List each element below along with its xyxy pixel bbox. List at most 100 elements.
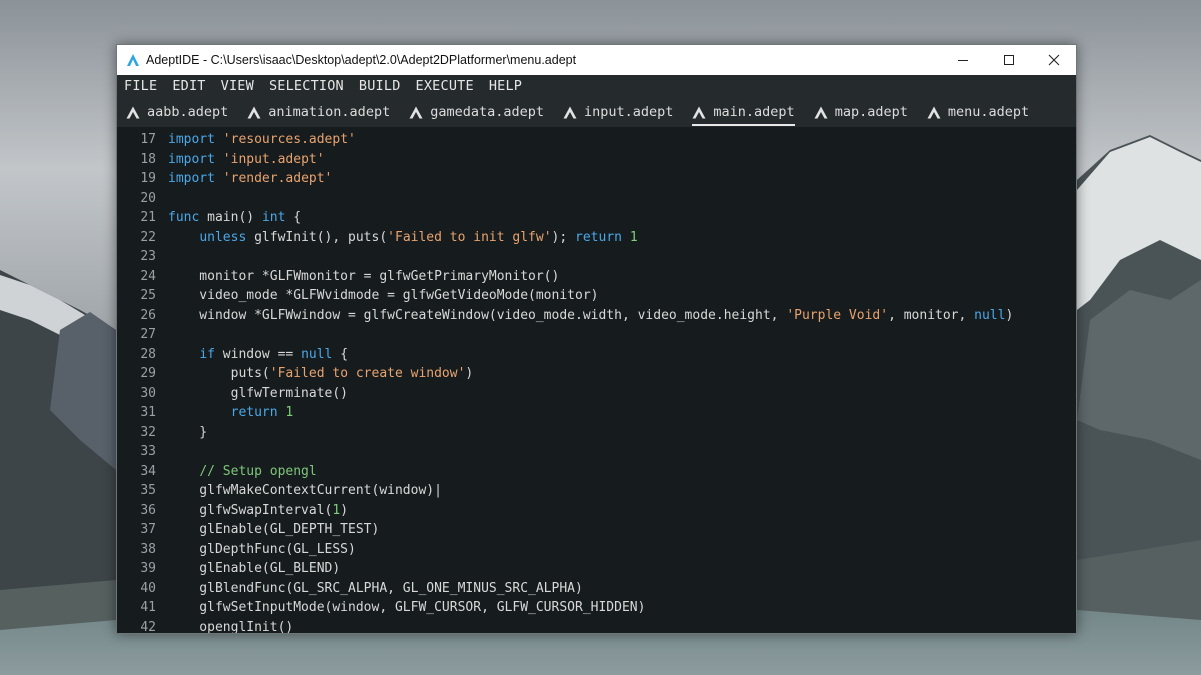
code-token: import <box>168 151 215 167</box>
code-token: null <box>974 307 1006 323</box>
code-token: , monitor, <box>888 307 975 323</box>
code-text: // Setup opengl <box>168 462 317 482</box>
line-number: 30 <box>140 385 156 401</box>
tab-animation[interactable]: animation.adept <box>247 100 390 124</box>
tab-gamedata[interactable]: gamedata.adept <box>409 100 544 124</box>
code-token: window == <box>214 346 302 362</box>
code-token: int <box>261 210 286 225</box>
line-number: 21 <box>140 210 156 225</box>
close-button[interactable] <box>1031 45 1076 75</box>
line-number: 32 <box>140 424 156 440</box>
code-line[interactable]: 29 puts('Failed to create window') <box>117 364 1076 384</box>
code-token: return <box>230 405 278 420</box>
code-token: glfwInit(), puts( <box>246 229 388 245</box>
menu-execute[interactable]: EXECUTE <box>416 78 474 94</box>
code-line[interactable]: 17 import 'resources.adept' <box>117 130 1076 150</box>
code-token: 'Failed to init glfw' <box>387 229 552 245</box>
menu-build[interactable]: BUILD <box>359 78 401 94</box>
code-line[interactable]: 23 <box>117 247 1076 267</box>
code-token: // Setup opengl <box>199 463 317 479</box>
line-number: 34 <box>140 463 156 479</box>
minimize-button[interactable] <box>940 45 986 75</box>
code-token: ); <box>551 229 576 245</box>
code-line[interactable]: 27 <box>117 325 1076 345</box>
code-line[interactable]: 18 import 'input.adept' <box>117 150 1076 170</box>
code-token: glEnable(GL_BLEND) <box>168 561 341 576</box>
adept-logo-icon <box>127 54 139 66</box>
code-token: 'resources.adept' <box>222 132 356 147</box>
code-line[interactable]: 19 import 'render.adept' <box>117 169 1076 189</box>
code-line[interactable]: 42 openglInit() <box>117 618 1076 634</box>
code-line[interactable]: 26 window *GLFWwindow = glfwCreateWindow… <box>117 306 1076 326</box>
code-token: 1 <box>629 229 638 245</box>
code-text: import 'input.adept' <box>168 150 325 170</box>
code-text: if window == null { <box>168 345 348 365</box>
code-token: glfwTerminate() <box>168 385 349 401</box>
code-line[interactable]: 25 video_mode *GLFWvidmode = glfwGetVide… <box>117 286 1076 306</box>
line-number: 42 <box>140 619 156 634</box>
line-number: 38 <box>140 541 156 557</box>
code-text: } <box>168 423 207 443</box>
code-line[interactable]: 38 glDepthFunc(GL_LESS) <box>117 540 1076 560</box>
close-icon <box>1048 54 1060 66</box>
tab-label: animation.adept <box>268 104 391 120</box>
menu-view[interactable]: VIEW <box>221 78 254 94</box>
line-number: 17 <box>140 132 156 147</box>
code-text: glDepthFunc(GL_LESS) <box>168 540 356 560</box>
code-text: glfwMakeContextCurrent(window)| <box>168 481 442 501</box>
code-line[interactable]: 20 <box>117 189 1076 209</box>
code-editor[interactable]: 17 import 'resources.adept' 18 import 'inpu… <box>117 127 1076 633</box>
code-token: ) <box>340 502 349 518</box>
code-line[interactable]: 22 unless glfwInit(), puts('Failed to in… <box>117 228 1076 248</box>
code-line[interactable]: 24 monitor *GLFWmonitor = glfwGetPrimary… <box>117 267 1076 287</box>
tab-main[interactable]: main.adept <box>692 100 795 126</box>
code-text: window *GLFWwindow = glfwCreateWindow(vi… <box>168 306 1013 326</box>
code-token: import <box>168 171 215 186</box>
line-number: 41 <box>140 600 156 615</box>
code-token: ) <box>1005 307 1014 323</box>
code-token: { <box>285 210 302 225</box>
line-number: 36 <box>140 502 156 518</box>
code-line[interactable]: 33 <box>117 442 1076 462</box>
tab-input[interactable]: input.adept <box>563 100 673 124</box>
tab-aabb[interactable]: aabb.adept <box>126 100 228 124</box>
line-number: 22 <box>140 229 156 245</box>
tab-map[interactable]: map.adept <box>814 100 908 124</box>
code-token: 'Purple Void' <box>786 307 889 323</box>
line-number: 26 <box>140 307 156 323</box>
menu-help[interactable]: HELP <box>489 78 522 94</box>
code-token: monitor *GLFWmonitor = glfwGetPrimaryMon… <box>168 268 560 284</box>
code-line[interactable]: 40 glBlendFunc(GL_SRC_ALPHA, GL_ONE_MINU… <box>117 579 1076 599</box>
code-text: video_mode *GLFWvidmode = glfwGetVideoMo… <box>168 286 598 306</box>
code-line[interactable]: 28 if window == null { <box>117 345 1076 365</box>
code-text: openglInit() <box>168 618 293 634</box>
code-line[interactable]: 21 func main() int { <box>117 208 1076 228</box>
code-line[interactable]: 39 glEnable(GL_BLEND) <box>117 559 1076 579</box>
code-line[interactable]: 34 // Setup opengl <box>117 462 1076 482</box>
line-number: 20 <box>140 190 156 206</box>
code-text: unless glfwInit(), puts('Failed to init … <box>168 228 638 248</box>
code-line[interactable]: 41 glfwSetInputMode(window, GLFW_CURSOR,… <box>117 598 1076 618</box>
code-line[interactable]: 37 glEnable(GL_DEPTH_TEST) <box>117 520 1076 540</box>
code-token: 'input.adept' <box>222 151 325 167</box>
code-line[interactable]: 32 } <box>117 423 1076 443</box>
code-token: glfwSwapInterval( <box>168 502 333 518</box>
maximize-button[interactable] <box>986 45 1032 75</box>
code-text: glEnable(GL_DEPTH_TEST) <box>168 520 379 540</box>
line-number: 39 <box>140 561 156 576</box>
menu-selection[interactable]: SELECTION <box>269 78 344 94</box>
menu-edit[interactable]: EDIT <box>172 78 205 94</box>
menu-file[interactable]: FILE <box>124 78 157 94</box>
code-line[interactable]: 36 glfwSwapInterval(1) <box>117 501 1076 521</box>
title-bar[interactable]: AdeptIDE - C:\Users\isaac\Desktop\adept\… <box>117 45 1076 75</box>
window-title: AdeptIDE - C:\Users\isaac\Desktop\adept\… <box>146 53 577 67</box>
tab-menu[interactable]: menu.adept <box>927 100 1029 124</box>
code-line[interactable]: 31 return 1 <box>117 403 1076 423</box>
code-text: glBlendFunc(GL_SRC_ALPHA, GL_ONE_MINUS_S… <box>168 579 583 599</box>
adept-file-icon <box>814 106 828 118</box>
code-line[interactable]: 30 glfwTerminate() <box>117 384 1076 404</box>
code-token: null <box>301 346 333 362</box>
code-line[interactable]: 35 glfwMakeContextCurrent(window)| <box>117 481 1076 501</box>
